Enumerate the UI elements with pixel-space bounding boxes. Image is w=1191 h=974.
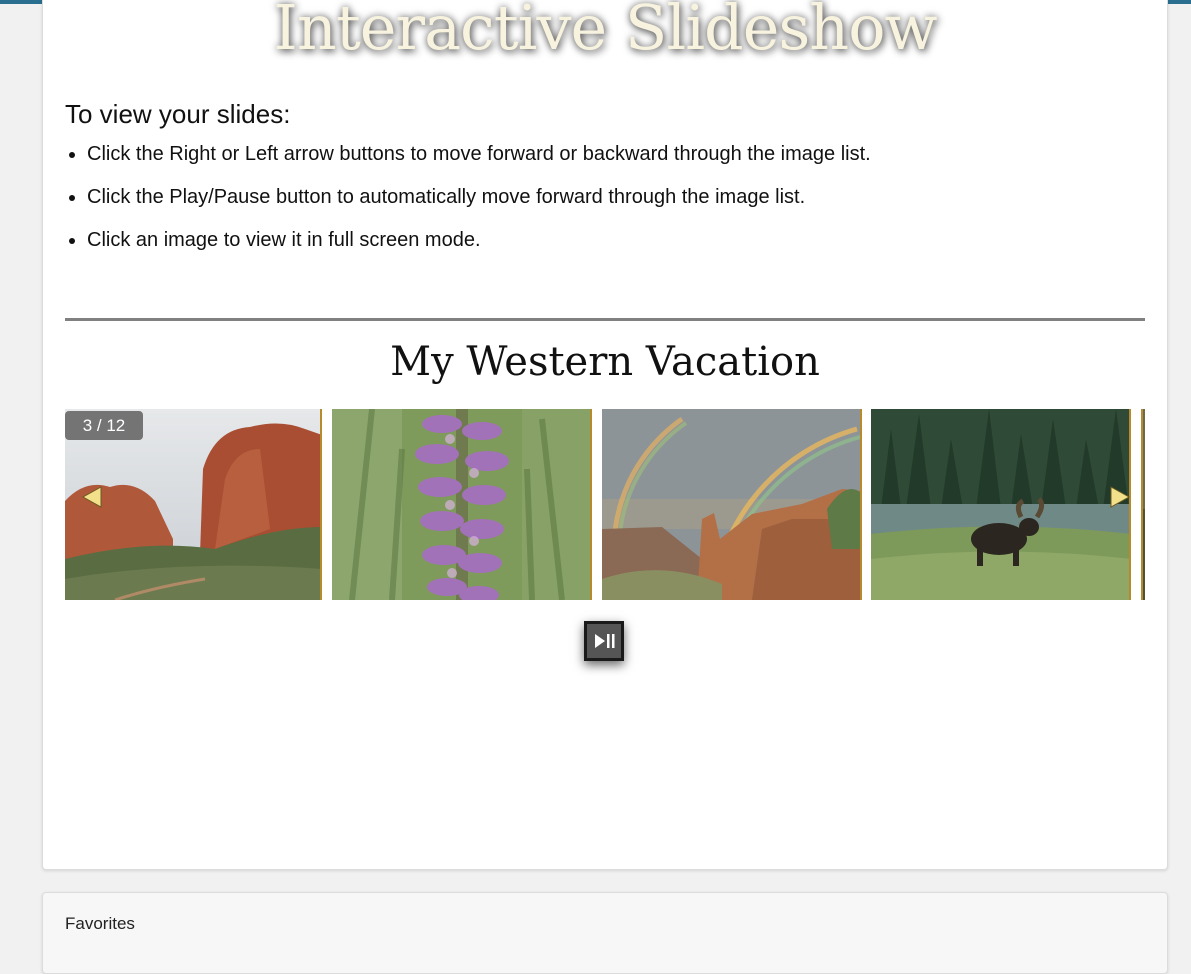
section-divider — [65, 318, 1145, 321]
slideshow-card: Interactive Slideshow To view your slide… — [42, 0, 1168, 870]
instructions-list: Click the Right or Left arrow buttons to… — [65, 141, 871, 270]
page-title: Interactive Slideshow — [273, 0, 937, 64]
slide-counter: 3 / 12 — [65, 411, 143, 440]
slide-rainbow-canyon[interactable] — [602, 409, 862, 600]
slide-next-partial[interactable] — [1141, 409, 1145, 600]
previous-button[interactable] — [79, 483, 107, 511]
gallery-title: My Western Vacation — [390, 339, 820, 385]
right-arrow-icon — [1110, 486, 1131, 508]
next-button[interactable] — [1105, 483, 1133, 511]
image-slider: 3 / 12 — [65, 409, 1145, 600]
instruction-item: Click the Right or Left arrow buttons to… — [87, 141, 871, 184]
instructions-heading: To view your slides: — [65, 99, 291, 129]
slide-moose[interactable] — [871, 409, 1131, 600]
play-pause-button[interactable] — [584, 621, 624, 661]
instruction-item: Click the Play/Pause button to automatic… — [87, 184, 871, 227]
slide-orchid[interactable] — [332, 409, 592, 600]
favorites-heading: Favorites — [65, 914, 135, 933]
favorites-panel: Favorites — [42, 892, 1168, 974]
instruction-item: Click an image to view it in full screen… — [87, 227, 871, 270]
left-arrow-icon — [81, 486, 102, 508]
play-pause-icon — [595, 634, 615, 648]
